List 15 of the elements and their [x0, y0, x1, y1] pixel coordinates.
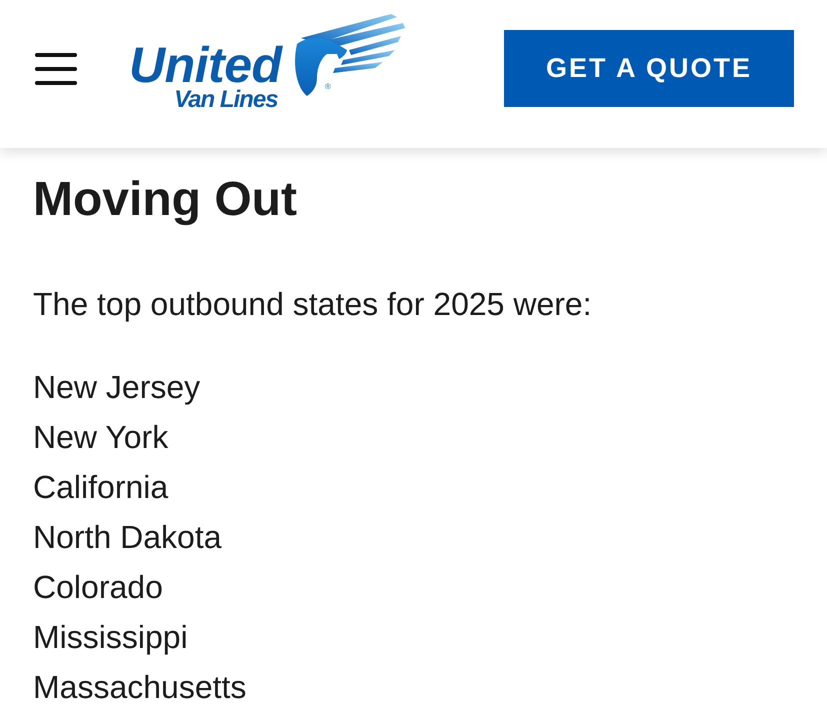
state-name: New York	[33, 418, 168, 457]
state-name: New Jersey	[33, 368, 200, 407]
logo-tagline[interactable]: Van Lines	[174, 88, 278, 112]
state-name: Mississippi	[33, 618, 188, 657]
state-name: Colorado	[33, 568, 163, 607]
get-quote-button[interactable]: GET A QUOTE	[504, 30, 794, 107]
logo-wordmark[interactable]: United	[129, 40, 282, 90]
menu-icon[interactable]	[35, 51, 77, 87]
eagle-icon[interactable]	[292, 14, 405, 96]
state-name: Massachusetts	[33, 668, 246, 707]
state-name: California	[33, 468, 168, 507]
state-name: North Dakota	[33, 518, 222, 557]
intro-text: The top outbound states for 2025 were:	[33, 284, 592, 324]
registered-mark: ®	[325, 83, 331, 91]
section-heading: Moving Out	[33, 172, 297, 228]
